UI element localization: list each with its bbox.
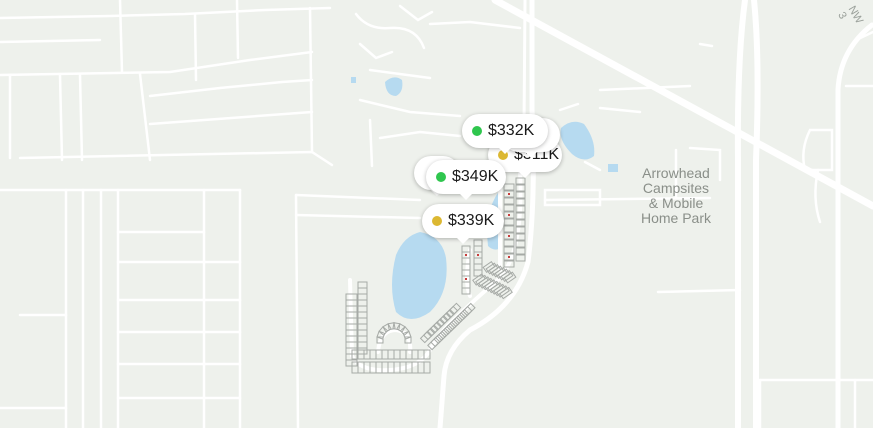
lot-outline	[417, 361, 425, 374]
lot-marker	[508, 214, 510, 216]
lot-outline	[381, 361, 389, 374]
lot-outline	[503, 197, 515, 205]
lot-outline	[461, 269, 471, 277]
lot-outline	[357, 341, 368, 349]
lot-outline	[393, 349, 401, 360]
lot-marker	[508, 193, 510, 195]
lot-outline	[515, 233, 526, 241]
lot-outline	[515, 198, 526, 206]
lot-outline	[503, 183, 515, 191]
lot-marker	[465, 278, 467, 280]
price-label: $349K	[452, 168, 499, 185]
lot-outline	[357, 293, 368, 301]
lot-outline	[399, 361, 407, 374]
status-dot	[436, 172, 446, 182]
lot-outline	[357, 281, 368, 289]
lot-outline	[387, 349, 395, 360]
lot-outline	[473, 239, 483, 247]
lot-outline	[345, 311, 358, 319]
lot-outline	[402, 330, 412, 340]
lot-outline	[419, 330, 433, 344]
lot-outline	[503, 204, 515, 212]
lot-outline	[461, 281, 471, 289]
price-label: $339K	[448, 212, 495, 229]
lot-outline	[345, 293, 358, 301]
lot-outline	[503, 225, 515, 233]
lot-outline	[381, 349, 389, 360]
lot-outline	[515, 177, 526, 185]
lot-outline	[345, 329, 358, 337]
lot-outline	[405, 361, 413, 374]
lot-marker	[465, 254, 467, 256]
lot-outline	[357, 305, 368, 313]
lot-outline	[515, 240, 526, 248]
lot-outline	[427, 336, 441, 351]
lot-outline	[357, 323, 368, 331]
lot-outline	[363, 361, 371, 374]
price-pin[interactable]: $339K	[422, 204, 504, 244]
place-label-arrowhead[interactable]: Arrowhead Campsites & Mobile Home Park	[628, 166, 724, 226]
lot-outline	[357, 335, 368, 343]
lot-outline	[515, 254, 526, 262]
lot-outline	[357, 361, 365, 374]
map-canvas[interactable]: Arrowhead Campsites & Mobile Home Park N…	[0, 0, 873, 428]
lot-outline	[357, 299, 368, 307]
status-dot	[472, 126, 482, 136]
lot-outline	[461, 287, 471, 295]
lot-outline	[411, 349, 419, 360]
lot-outline	[357, 329, 368, 337]
lot-marker	[508, 256, 510, 258]
lot-outline	[345, 323, 358, 331]
lot-outline	[387, 361, 395, 374]
lot-outline	[405, 349, 413, 360]
lot-outline	[515, 205, 526, 213]
lot-marker	[477, 254, 479, 256]
lot-outline	[375, 361, 383, 374]
price-pin[interactable]: $332K	[462, 114, 548, 154]
lot-outline	[461, 263, 471, 271]
lot-outline	[411, 361, 419, 374]
price-label: $332K	[488, 122, 535, 139]
lot-outline	[375, 349, 383, 360]
price-pin[interactable]: $349K	[426, 160, 506, 200]
lot-outline	[473, 245, 483, 253]
lot-marker	[508, 235, 510, 237]
lot-outline	[345, 305, 358, 313]
lot-outline	[515, 219, 526, 227]
lot-outline	[473, 257, 483, 265]
lot-outline	[515, 184, 526, 192]
lot-outline	[503, 239, 515, 247]
lot-outline	[515, 212, 526, 220]
lot-outline	[461, 257, 471, 265]
lot-outline	[399, 349, 407, 360]
lot-outline	[423, 361, 431, 374]
lot-outline	[345, 299, 358, 307]
lot-outline	[503, 218, 515, 226]
lot-outline	[345, 335, 358, 343]
lot-outline	[503, 260, 515, 268]
lot-outline	[393, 361, 401, 374]
lot-outline	[461, 245, 471, 253]
lot-outline	[515, 247, 526, 255]
lot-outline	[417, 349, 425, 360]
lot-outline	[345, 317, 358, 325]
lot-outline	[369, 361, 377, 374]
status-dot	[432, 216, 442, 226]
lot-outline	[473, 263, 483, 271]
lot-outline	[503, 246, 515, 254]
lot-outline	[357, 287, 368, 295]
lot-outline	[357, 311, 368, 319]
lot-outline	[369, 349, 377, 360]
lot-outline	[515, 191, 526, 199]
lot-outline	[357, 347, 368, 355]
lot-outline	[345, 341, 358, 349]
lot-outline	[423, 349, 431, 360]
lot-outline	[357, 317, 368, 325]
lot-outline	[515, 226, 526, 234]
